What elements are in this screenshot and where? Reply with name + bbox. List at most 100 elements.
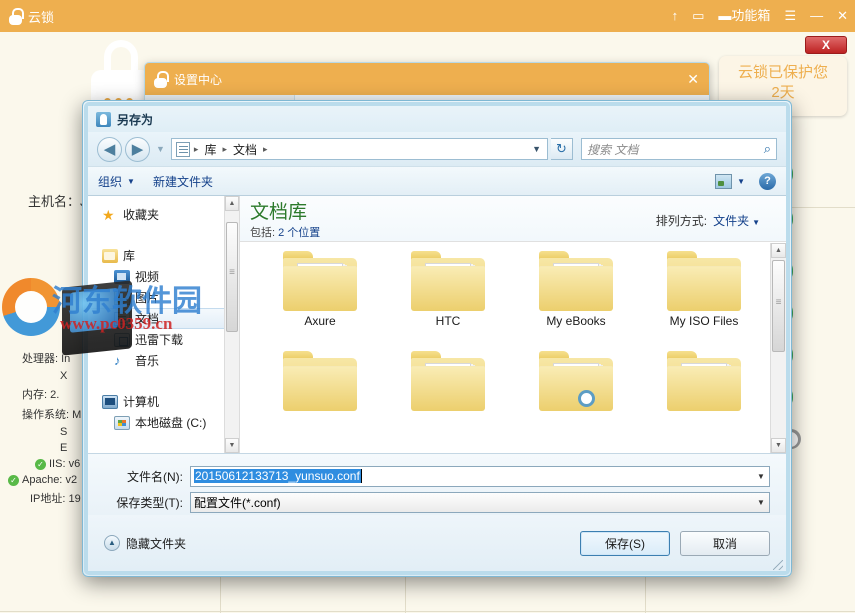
toolbox-button[interactable]: ▬功能箱 — [711, 0, 777, 32]
close-button[interactable]: ✕ — [830, 0, 855, 32]
filetype-value: 配置文件(*.conf) — [194, 495, 281, 510]
save-as-dialog: 另存为 ◀ ▶ ▼ ▸ 库 ▸ 文档 ▸ ▼ ↻ 搜索 文档 ⌕ 组织 ▼ 新建… — [82, 100, 792, 577]
address-bar[interactable]: ▸ 库 ▸ 文档 ▸ ▼ — [170, 138, 548, 160]
settings-title: 设置中心 — [174, 72, 223, 87]
tree-item-favorites[interactable]: ★ 收藏夹 — [88, 204, 239, 225]
help-icon[interactable]: ? — [759, 172, 776, 190]
list-item-label: HTC — [435, 314, 461, 328]
filetype-label: 保存类型(T): — [116, 495, 183, 510]
red-close-button[interactable]: X — [805, 36, 847, 54]
folder-with-docs-icon — [667, 351, 741, 411]
app-titlebar: 云锁 ↑ ▭ ▬功能箱 ☰ — ✕ — [0, 0, 855, 32]
tree-item-computer[interactable]: 计算机 — [88, 391, 239, 412]
breadcrumb-separator-icon: ▸ — [193, 143, 199, 154]
scroll-thumb[interactable] — [226, 222, 238, 332]
scroll-thumb[interactable] — [772, 260, 785, 352]
tree-item-libraries[interactable]: 库 — [88, 245, 239, 266]
list-item[interactable] — [256, 351, 384, 451]
folder-icon — [283, 351, 357, 411]
tree-item-xunlei-download[interactable]: 迅雷下载 — [88, 329, 239, 350]
file-list-scrollbar[interactable]: ▲ ▼ — [770, 243, 786, 453]
tree-item-local-disk-c[interactable]: 本地磁盘 (C:) — [88, 412, 239, 433]
scroll-down-icon[interactable]: ▼ — [771, 438, 786, 453]
refresh-button[interactable]: ↻ — [551, 138, 573, 160]
resize-grip[interactable] — [773, 560, 783, 570]
lock-icon — [96, 111, 111, 127]
search-icon: ⌕ — [763, 141, 771, 156]
includes-label: 包括: — [250, 227, 276, 239]
list-item[interactable] — [384, 351, 512, 451]
tree-item-documents[interactable]: 文档 — [88, 308, 239, 329]
chevron-down-icon[interactable]: ▼ — [753, 498, 769, 507]
check-icon: ✓ — [35, 458, 46, 470]
history-dropdown-icon[interactable]: ▼ — [153, 144, 168, 154]
tree-scrollbar[interactable]: ▲ ▼ — [224, 196, 239, 453]
filetype-select[interactable]: 配置文件(*.conf) ▼ — [190, 491, 770, 513]
list-item[interactable]: My ISO Files — [640, 251, 768, 351]
list-item[interactable]: Axure — [256, 251, 384, 351]
spec-label: 操作系统: — [22, 409, 70, 421]
tree-item-pictures[interactable]: 图片 — [88, 287, 239, 308]
list-item[interactable]: HTC — [384, 251, 512, 351]
scroll-up-icon[interactable]: ▲ — [225, 196, 239, 211]
settings-close-icon[interactable]: ✕ — [687, 71, 699, 88]
video-icon — [114, 269, 130, 284]
divider — [0, 611, 855, 612]
list-item[interactable] — [512, 351, 640, 451]
hide-folders-button[interactable]: ▲ 隐藏文件夹 — [104, 535, 186, 552]
library-icon — [102, 248, 118, 263]
computer-icon — [102, 394, 118, 409]
chevron-down-icon[interactable]: ▼ — [753, 472, 769, 481]
protection-line1: 云锁已保护您 — [737, 64, 828, 81]
folder-with-docs-icon — [283, 251, 357, 311]
forward-button[interactable]: ▶ — [125, 136, 150, 162]
tree-item-music[interactable]: ♪ 音乐 — [88, 350, 239, 371]
folder-with-gears-icon — [539, 351, 613, 411]
save-button[interactable]: 保存(S) — [580, 530, 670, 556]
arrange-value[interactable]: 文件夹 — [707, 214, 749, 228]
tree-item-videos[interactable]: 视频 — [88, 266, 239, 287]
message-icon[interactable]: ▭ — [685, 0, 711, 32]
scroll-down-icon[interactable]: ▼ — [225, 438, 239, 453]
organize-button[interactable]: 组织 — [98, 173, 127, 190]
list-item[interactable] — [640, 351, 768, 451]
dialog-main-split: ★ 收藏夹 库 视频 图片 文档 迅雷下载 ♪ 音乐 计算机 本地磁盘 (C:)… — [88, 196, 786, 453]
spec-value: E — [60, 442, 68, 454]
breadcrumb-separator-icon: ▸ — [222, 143, 227, 154]
filename-input[interactable]: 20150612133713_yunsuo.conf ▼ — [190, 465, 770, 487]
menu-icon[interactable]: ☰ — [777, 0, 803, 32]
tree-item-label: 收藏夹 — [123, 208, 160, 222]
tree-item-label: 迅雷下载 — [135, 333, 184, 347]
file-list-pane: 文档库 包括: 2 个位置 排列方式: 文件夹 ▼ Axure HTC My e… — [240, 196, 786, 453]
breadcrumb-library[interactable]: 库 — [202, 141, 218, 158]
change-view-icon[interactable] — [715, 173, 733, 189]
cancel-button[interactable]: 取消 — [680, 530, 770, 556]
arrange-label: 排列方式: — [655, 214, 708, 228]
arrange-by: 排列方式: 文件夹 ▼ — [656, 212, 760, 229]
upload-icon[interactable]: ↑ — [665, 0, 686, 32]
scroll-up-icon[interactable]: ▲ — [771, 243, 786, 258]
favorites-star-icon: ★ — [102, 206, 115, 223]
chevron-down-icon[interactable]: ▼ — [127, 177, 153, 186]
filetype-row: 保存类型(T): 配置文件(*.conf) ▼ — [104, 489, 770, 515]
search-input[interactable]: 搜索 文档 ⌕ — [581, 138, 777, 160]
music-icon: ♪ — [114, 352, 121, 368]
address-dropdown-icon[interactable]: ▼ — [532, 144, 543, 154]
filename-row: 文件名(N): 20150612133713_yunsuo.conf ▼ — [104, 463, 770, 489]
minimize-button[interactable]: — — [803, 0, 830, 32]
filename-label: 文件名(N): — [127, 469, 183, 484]
back-button[interactable]: ◀ — [97, 136, 122, 162]
spec-value: X — [60, 370, 68, 382]
breadcrumb-separator-icon: ▸ — [263, 143, 268, 154]
spec-value: 2. — [50, 389, 60, 401]
locations-link[interactable]: 2 个位置 — [278, 227, 320, 239]
navigation-tree-pane: ★ 收藏夹 库 视频 图片 文档 迅雷下载 ♪ 音乐 计算机 本地磁盘 (C:)… — [88, 196, 240, 453]
chevron-down-icon[interactable]: ▼ — [749, 218, 760, 227]
breadcrumb-documents[interactable]: 文档 — [231, 141, 259, 158]
list-item[interactable]: My eBooks — [512, 251, 640, 351]
new-folder-button[interactable]: 新建文件夹 — [153, 173, 223, 190]
spec-value: M — [72, 409, 82, 421]
list-item-label: My eBooks — [546, 314, 606, 328]
library-header: 文档库 包括: 2 个位置 排列方式: 文件夹 ▼ — [240, 196, 786, 242]
chevron-down-icon[interactable]: ▼ — [737, 177, 759, 186]
